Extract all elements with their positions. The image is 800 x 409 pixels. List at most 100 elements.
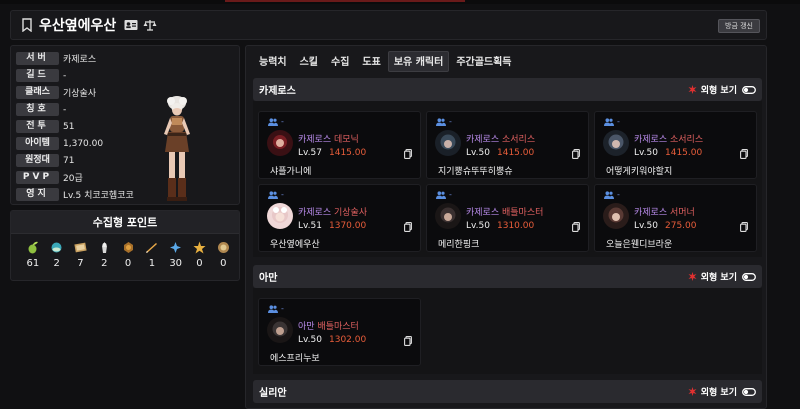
toggle-icon[interactable] <box>742 272 756 281</box>
collect-item[interactable]: 0 <box>188 241 212 269</box>
card-group-text: - <box>617 117 620 126</box>
card-server: 카제로스 <box>466 135 500 145</box>
scales-icon[interactable] <box>143 19 157 31</box>
appearance-toggle-label: 외형 보기 <box>700 388 737 398</box>
card-class-line: 카제로스 데모닉 <box>298 132 359 145</box>
copy-icon[interactable] <box>740 149 748 159</box>
tab-owned-characters[interactable]: 보유 캐릭터 <box>387 51 450 72</box>
tab-skills[interactable]: 스킬 <box>294 51 324 72</box>
card-group-text: - <box>281 190 284 199</box>
adventure-tome-icon <box>146 243 158 253</box>
copy-icon[interactable] <box>404 149 412 159</box>
server-section-silian: 실리안 외형 보기 <box>253 380 762 408</box>
info-row-item-level: 아이템 1,370.00 <box>16 136 103 151</box>
copy-icon[interactable] <box>572 222 580 232</box>
server-section-aman: 아만 외형 보기 - 아만 배틀마스터 Lv.50 1302.00 에스프리누보 <box>253 265 762 374</box>
card-item-level: 1415.00 <box>497 148 535 158</box>
character-info-panel: 서버 카제로스 길드 - 클래스 기상술사 칭호 - 전투 51 아이템 1,370.00 … <box>10 45 240 205</box>
character-card[interactable]: - 카제로스 배틀마스터 Lv.50 1310.00 메리한핑크 <box>426 184 589 252</box>
card-level: Lv.50 <box>298 335 322 345</box>
character-avatar <box>267 130 293 156</box>
top-strip <box>0 0 800 4</box>
collect-item[interactable]: 0 <box>116 241 140 269</box>
toggle-icon[interactable] <box>742 387 756 396</box>
info-value: Lv.5 치코코헴코코 <box>63 191 134 201</box>
tab-stats[interactable]: 능력치 <box>253 51 293 72</box>
card-item-level: 1302.00 <box>329 335 367 345</box>
card-class-line: 카제로스 기상술사 <box>298 205 367 218</box>
server-section-kazeros: 카제로스 외형 보기 - 카제로스 데모닉 Lv.57 1415.00 샤플가니… <box>253 78 762 257</box>
collect-count: 30 <box>169 258 183 269</box>
card-group-text: - <box>617 190 620 199</box>
mokoko-seed-icon <box>28 241 39 254</box>
card-group: - <box>436 117 452 126</box>
masterpiece-icon <box>74 242 87 253</box>
appearance-toggle[interactable]: 외형 보기 <box>688 385 756 398</box>
collect-item[interactable]: 1 <box>140 241 164 269</box>
info-value: 1,370.00 <box>63 138 104 149</box>
card-class: 기상술사 <box>334 208 368 218</box>
collect-item[interactable]: 30 <box>164 241 188 269</box>
info-value: - <box>63 70 67 81</box>
id-card-icon[interactable] <box>124 19 138 31</box>
island-heart-icon <box>51 242 62 253</box>
tab-weekly-gold[interactable]: 주간골드획득 <box>450 51 517 72</box>
card-class-line: 카제로스 소서리스 <box>466 132 535 145</box>
collect-count: 1 <box>148 258 156 269</box>
character-avatar <box>435 203 461 229</box>
orpheus-star-icon <box>193 241 206 254</box>
card-class: 소서리스 <box>502 135 536 145</box>
collect-count: 2 <box>53 258 60 269</box>
character-card[interactable]: - 카제로스 기상술사 Lv.51 1370.00 우산옆에우산 <box>258 184 421 252</box>
collect-points-title: 수집형 포인트 <box>11 211 239 234</box>
info-row-expedition: 원정대 71 <box>16 153 74 168</box>
burst-icon <box>688 85 697 94</box>
world-tree-leaf-icon <box>170 242 182 253</box>
character-avatar <box>435 130 461 156</box>
character-card[interactable]: - 아만 배틀마스터 Lv.50 1302.00 에스프리누보 <box>258 298 421 366</box>
copy-icon[interactable] <box>572 149 580 159</box>
info-row-title: 칭호 - <box>16 102 66 117</box>
info-label: 전투 <box>16 120 59 133</box>
card-class: 서머너 <box>670 208 695 218</box>
toggle-icon[interactable] <box>742 85 756 94</box>
character-header: 우산옆에우산 방금 갱신 <box>10 10 767 40</box>
bookmark-icon[interactable] <box>21 18 33 32</box>
people-icon <box>268 117 278 126</box>
appearance-toggle[interactable]: 외형 보기 <box>688 270 756 283</box>
collect-item[interactable]: 61 <box>21 241 45 269</box>
collect-count: 2 <box>101 258 108 269</box>
collect-item[interactable]: 2 <box>92 241 116 269</box>
card-group: - <box>268 117 284 126</box>
card-character-name: 오늘은웬디브라운 <box>606 240 673 250</box>
collect-item[interactable]: 0 <box>211 241 235 269</box>
collect-item[interactable]: 2 <box>45 241 69 269</box>
tab-bar: 능력치 스킬 수집 도표 보유 캐릭터 주간골드획득 <box>253 51 519 72</box>
people-icon <box>436 190 446 199</box>
info-value: - <box>63 104 67 115</box>
character-card[interactable]: - 카제로스 서머너 Lv.50 275.00 오늘은웬디브라운 <box>594 184 757 252</box>
burst-icon <box>688 387 697 396</box>
tab-collection[interactable]: 수집 <box>325 51 355 72</box>
copy-icon[interactable] <box>740 222 748 232</box>
character-card[interactable]: - 카제로스 데모닉 Lv.57 1415.00 샤플가니에 <box>258 111 421 179</box>
collect-points-grid: 61 2 7 2 0 1 30 0 0 <box>21 241 236 269</box>
collect-item[interactable]: 7 <box>69 241 93 269</box>
copy-icon[interactable] <box>404 222 412 232</box>
people-icon <box>436 117 446 126</box>
info-value: 51 <box>63 121 75 132</box>
card-server: 카제로스 <box>466 208 500 218</box>
appearance-toggle[interactable]: 외형 보기 <box>688 83 756 96</box>
card-level: Lv.51 <box>298 221 322 231</box>
people-icon <box>604 190 614 199</box>
server-header: 카제로스 외형 보기 <box>253 78 762 101</box>
character-card[interactable]: - 카제로스 소서리스 Lv.50 1415.00 어떻게키워야할지 <box>594 111 757 179</box>
collect-count: 7 <box>77 258 84 269</box>
copy-icon[interactable] <box>404 336 412 346</box>
card-group: - <box>604 190 620 199</box>
character-card[interactable]: - 카제로스 소서리스 Lv.50 1415.00 지기뿡슈뚜뚜히뿡슈 <box>426 111 589 179</box>
refresh-button[interactable]: 방금 갱신 <box>718 19 760 33</box>
tab-chart[interactable]: 도표 <box>356 51 386 72</box>
card-item-level: 1370.00 <box>329 221 367 231</box>
character-figure <box>164 96 190 201</box>
